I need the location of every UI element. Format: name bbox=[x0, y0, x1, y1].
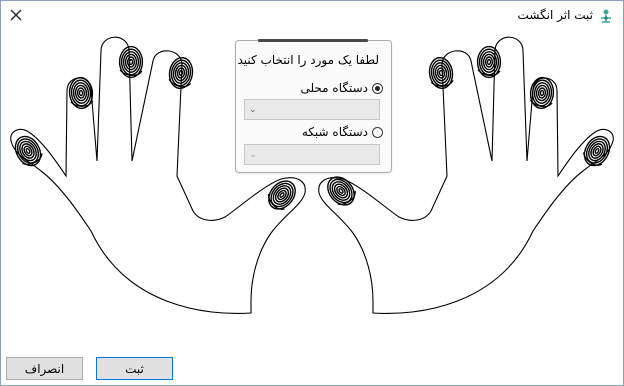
network-device-dropdown[interactable]: ⌄ bbox=[244, 144, 380, 165]
cancel-button[interactable]: انصراف bbox=[6, 357, 83, 380]
network-device-label: دستگاه شبکه bbox=[301, 125, 368, 139]
local-device-radio[interactable]: دستگاه محلی bbox=[300, 81, 383, 95]
left-middle-fingerprint bbox=[118, 45, 144, 79]
local-device-label: دستگاه محلی bbox=[300, 81, 368, 95]
right-middle-fingerprint bbox=[476, 45, 502, 79]
network-device-radio-circle[interactable] bbox=[372, 126, 383, 138]
local-device-dropdown[interactable]: ⌄ bbox=[244, 99, 380, 120]
radio-selected-dot bbox=[375, 85, 380, 91]
local-device-radio-circle[interactable] bbox=[372, 82, 383, 94]
network-device-radio[interactable]: دستگاه شبکه bbox=[302, 125, 383, 139]
panel-title: لطفا یک مورد را انتخاب کنید bbox=[237, 53, 379, 67]
panel-grip bbox=[258, 39, 368, 42]
device-selection-panel: لطفا یک مورد را انتخاب کنید دستگاه محلی … bbox=[235, 39, 392, 173]
submit-button[interactable]: ثبت bbox=[96, 357, 173, 380]
chevron-down-icon: ⌄ bbox=[249, 105, 257, 115]
fingerprint-registration-window: ثبت اثر انگشت لطفا یک مورد را انتخاب کنی… bbox=[0, 0, 624, 386]
chevron-down-icon: ⌄ bbox=[249, 150, 257, 160]
